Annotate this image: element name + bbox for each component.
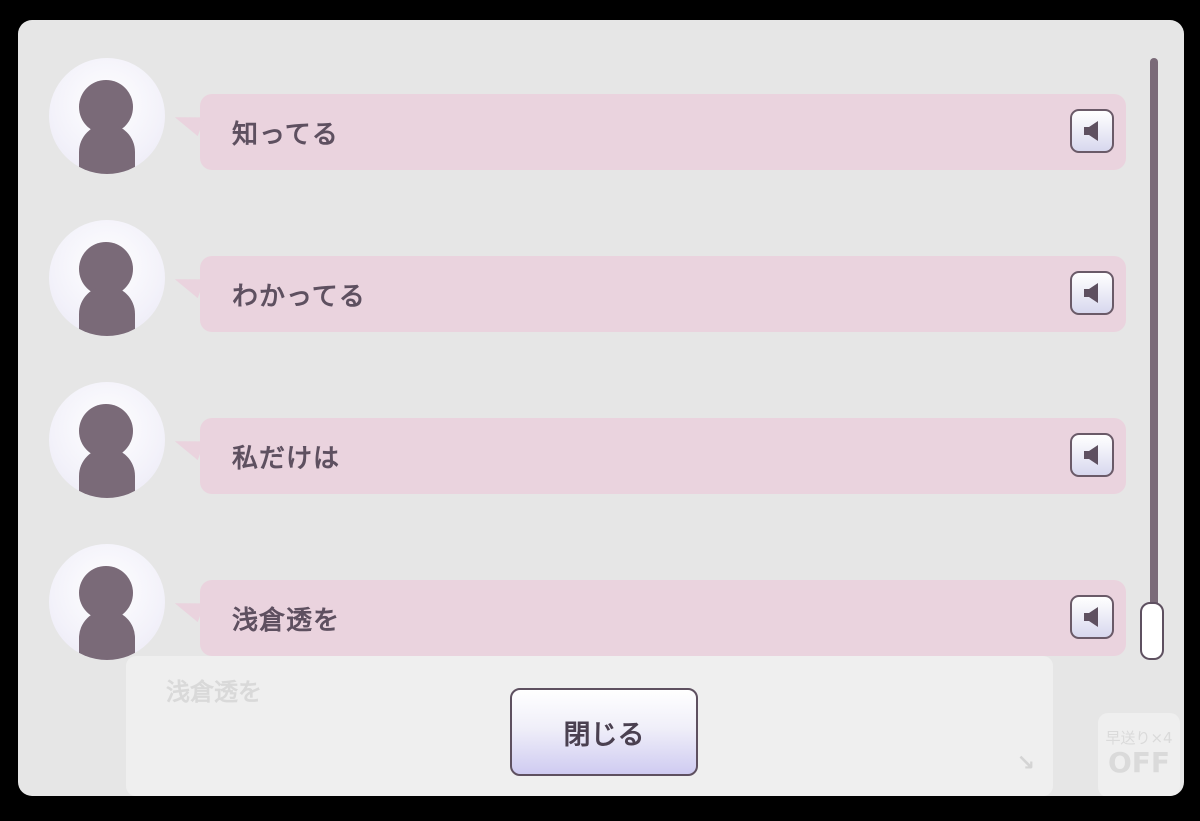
- log-entry: 知ってる: [18, 58, 1138, 178]
- fast-forward-toggle: 早送り×4 OFF: [1098, 713, 1180, 796]
- speaker-icon: [1084, 283, 1098, 303]
- speaker-icon: [1084, 121, 1098, 141]
- speech-bubble: 知ってる: [200, 94, 1126, 170]
- log-entry: わかってる: [18, 220, 1138, 340]
- close-button[interactable]: 閉じる: [510, 688, 698, 776]
- voice-replay-button[interactable]: [1070, 271, 1114, 315]
- speaker-avatar: [49, 220, 165, 336]
- dialogue-text: 私だけは: [232, 444, 341, 474]
- fast-forward-state: OFF: [1107, 746, 1171, 779]
- speaker-avatar: [49, 544, 165, 660]
- log-entry: 浅倉透を: [18, 544, 1138, 664]
- voice-replay-button[interactable]: [1070, 595, 1114, 639]
- speaker-icon: [1084, 445, 1098, 465]
- background-dialog-text: 浅倉透を: [166, 678, 262, 706]
- speaker-avatar: [49, 382, 165, 498]
- speaker-icon: [1084, 607, 1098, 627]
- speaker-avatar: [49, 58, 165, 174]
- speech-bubble: 浅倉透を: [200, 580, 1126, 656]
- dialogue-text: 浅倉透を: [232, 606, 341, 636]
- voice-replay-button[interactable]: [1070, 109, 1114, 153]
- avatar-silhouette-body: [79, 124, 135, 174]
- log-entry: 私だけは: [18, 382, 1138, 502]
- scrollbar-track[interactable]: [1150, 58, 1158, 658]
- dialogue-text: わかってる: [232, 282, 366, 312]
- speech-bubble: わかってる: [200, 256, 1126, 332]
- fast-forward-label: 早送り×4: [1105, 729, 1173, 747]
- avatar-silhouette-body: [79, 610, 135, 660]
- arrow-down-right-icon: ↘: [1016, 751, 1035, 776]
- voice-replay-button[interactable]: [1070, 433, 1114, 477]
- backlog-panel: 浅倉透を ↘ 早送り×4 OFF 知ってる わかってる 私だけは 浅倉透を 閉じ…: [18, 20, 1184, 796]
- scrollbar-thumb[interactable]: [1140, 602, 1164, 660]
- avatar-silhouette-body: [79, 448, 135, 498]
- speech-bubble: 私だけは: [200, 418, 1126, 494]
- dialogue-text: 知ってる: [232, 120, 339, 150]
- avatar-silhouette-body: [79, 286, 135, 336]
